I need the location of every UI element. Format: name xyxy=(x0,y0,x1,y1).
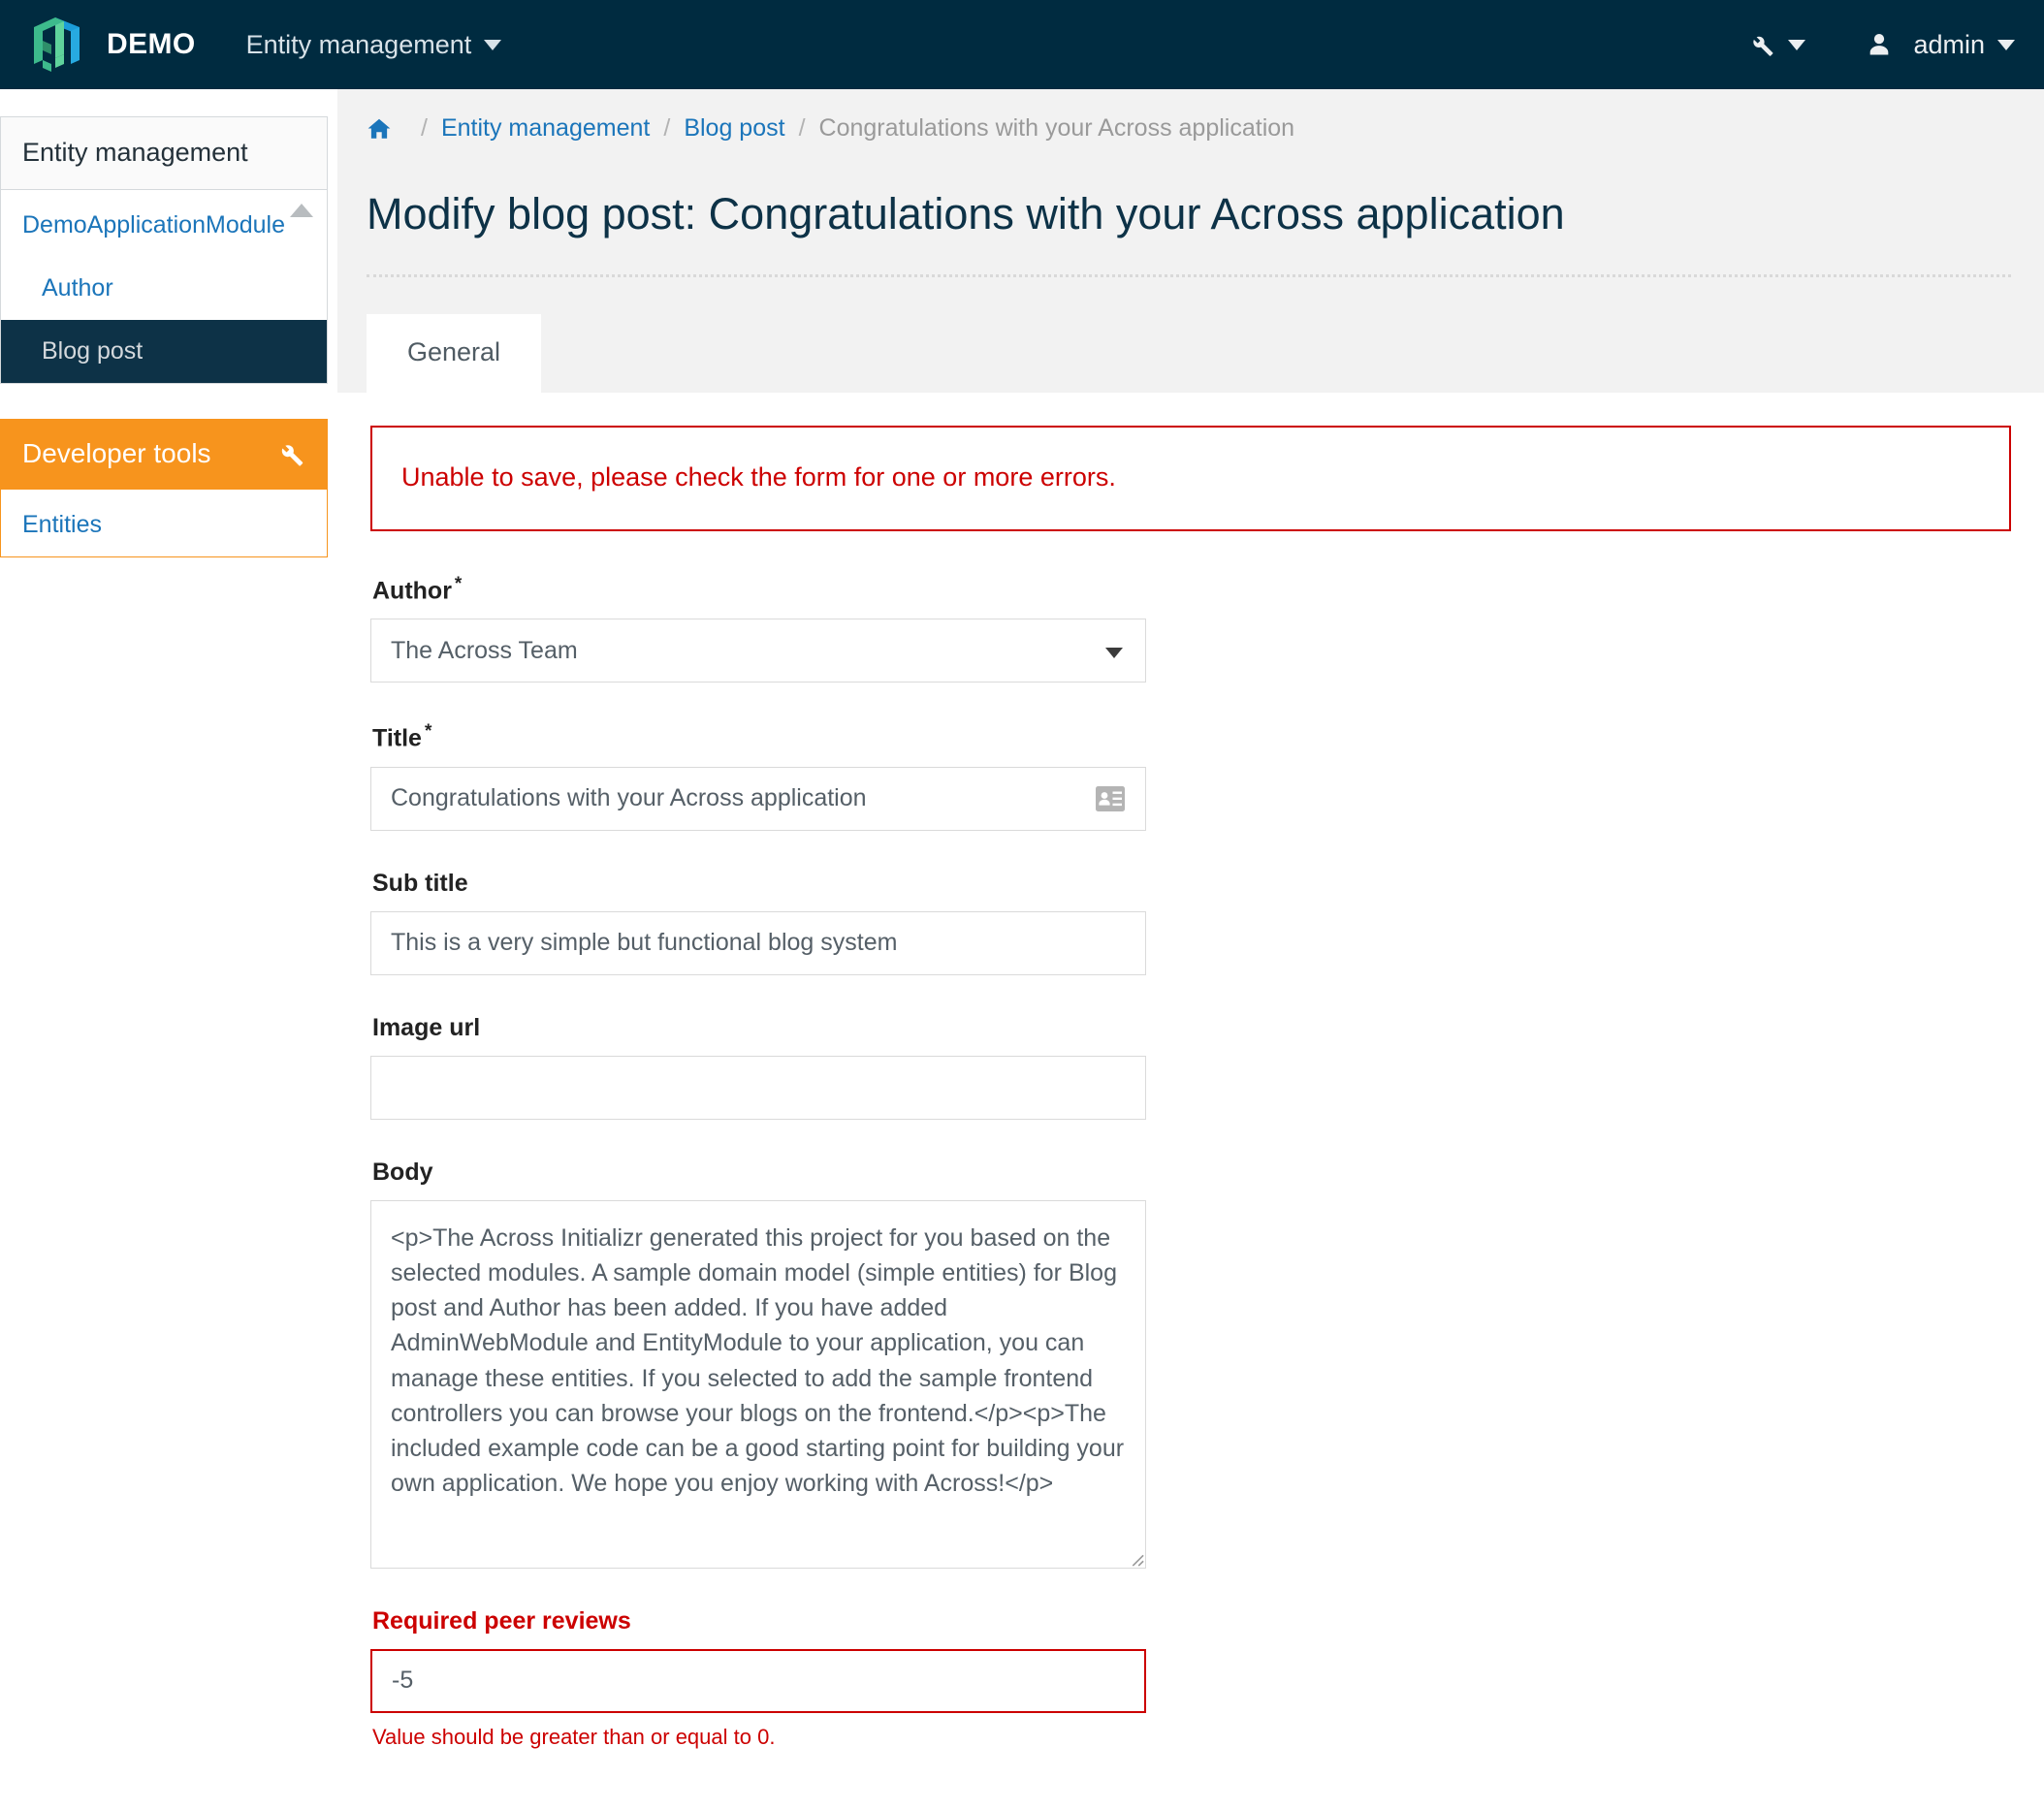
user-menu[interactable]: admin xyxy=(1866,30,2015,60)
field-title: Title * xyxy=(370,721,1542,831)
tabs-zone: General xyxy=(337,277,2044,393)
required-marker: * xyxy=(454,574,463,594)
image-url-input[interactable] xyxy=(370,1055,1146,1120)
id-card-icon[interactable] xyxy=(1096,785,1125,811)
sidebar-item-label: DemoApplicationModule xyxy=(22,211,285,238)
breadcrumb-item-blog-post[interactable]: Blog post xyxy=(684,114,784,143)
user-menu-label: admin xyxy=(1913,29,1985,59)
page-title: Modify blog post: Congratulations with y… xyxy=(367,166,2011,277)
breadcrumb-item-current: Congratulations with your Across applica… xyxy=(818,114,1295,142)
breadcrumb-separator: / xyxy=(421,114,428,142)
page-title-zone: Modify blog post: Congratulations with y… xyxy=(337,166,2044,277)
chevron-down-icon xyxy=(484,39,502,50)
author-select[interactable] xyxy=(370,619,1146,683)
caret-up-icon xyxy=(290,204,313,217)
sidebar-item-author[interactable]: Author xyxy=(1,257,327,320)
field-title-label: Title * xyxy=(372,721,1542,752)
nav-entity-management-label: Entity management xyxy=(245,29,472,59)
user-icon xyxy=(1870,34,1889,55)
breadcrumb-separator: / xyxy=(663,114,671,142)
field-sub-title: Sub title xyxy=(370,870,1542,975)
wrench-icon xyxy=(281,445,303,466)
required-marker: * xyxy=(424,721,432,743)
brand[interactable]: DEMO xyxy=(25,16,196,74)
title-input[interactable] xyxy=(370,766,1146,831)
body-textarea[interactable] xyxy=(370,1199,1146,1569)
field-author-label: Author * xyxy=(372,574,1542,605)
nav-entity-management[interactable]: Entity management xyxy=(246,30,502,60)
field-title-label-text: Title xyxy=(372,724,422,752)
field-required-peer-reviews-label: Required peer reviews xyxy=(372,1606,631,1635)
breadcrumb-separator: / xyxy=(798,114,806,142)
breadcrumb: / Entity management / Blog post / Congra… xyxy=(337,89,2044,166)
field-author: Author * xyxy=(370,574,1542,683)
tab-list: General xyxy=(367,314,2044,393)
field-sub-title-label: Sub title xyxy=(372,869,468,897)
field-body: Body xyxy=(370,1159,1542,1569)
sidebar: Entity management DemoApplicationModule … xyxy=(0,89,337,592)
sub-title-input[interactable] xyxy=(370,910,1146,975)
developer-tools-menu[interactable] xyxy=(1746,30,1806,59)
field-image-url: Image url xyxy=(370,1014,1542,1120)
required-peer-reviews-input[interactable] xyxy=(370,1648,1146,1713)
home-icon[interactable] xyxy=(367,116,392,142)
wrench-icon xyxy=(1753,36,1773,56)
top-navbar: DEMO Entity management admin xyxy=(0,0,2044,89)
sidebar-panel-title: Entity management xyxy=(1,117,327,190)
chevron-down-icon xyxy=(1788,39,1806,50)
tab-panel-general: Unable to save, please check the form fo… xyxy=(337,393,2044,1750)
sidebar-panel-entity-management: Entity management DemoApplicationModule … xyxy=(0,116,328,384)
sidebar-item-blog-post[interactable]: Blog post xyxy=(1,320,327,383)
chevron-down-icon xyxy=(1997,39,2015,50)
sidebar-item-demoapplicationmodule[interactable]: DemoApplicationModule xyxy=(1,190,327,257)
field-author-label-text: Author xyxy=(372,577,452,605)
sidebar-panel-title-developer-tools: Developer tools xyxy=(1,420,327,490)
developer-tools-label: Developer tools xyxy=(22,438,211,468)
field-error-message: Value should be greater than or equal to… xyxy=(372,1724,776,1749)
sidebar-item-entities[interactable]: Entities xyxy=(1,490,327,556)
across-cube-logo-icon xyxy=(34,17,80,72)
form-error-alert: Unable to save, please check the form fo… xyxy=(370,426,2011,531)
field-image-url-label: Image url xyxy=(372,1013,481,1041)
main-content: / Entity management / Blog post / Congra… xyxy=(337,89,2044,1789)
field-body-label: Body xyxy=(372,1158,433,1186)
breadcrumb-item-entity-management[interactable]: Entity management xyxy=(441,114,650,143)
tab-general[interactable]: General xyxy=(367,314,542,393)
brand-name: DEMO xyxy=(107,28,196,60)
field-required-peer-reviews: Required peer reviews Value should be gr… xyxy=(370,1607,1542,1750)
sidebar-panel-developer-tools: Developer tools Entities xyxy=(0,419,328,557)
